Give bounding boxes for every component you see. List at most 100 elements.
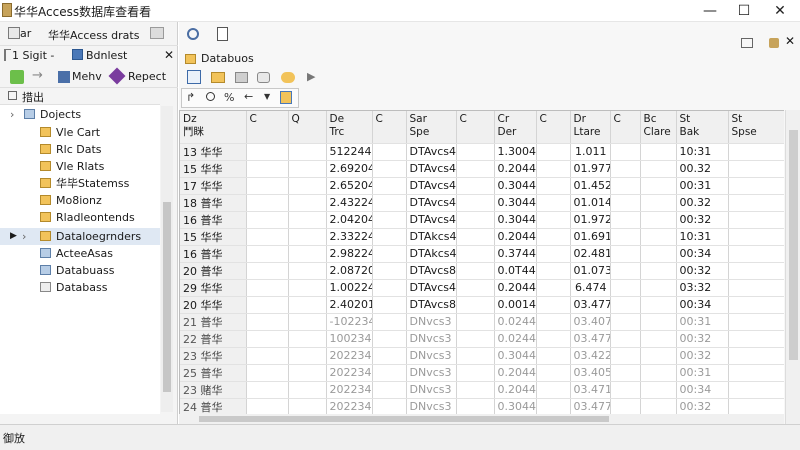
cr-cell[interactable]: 0.3044 — [494, 194, 537, 212]
search-icon[interactable] — [187, 28, 199, 40]
st-bak-cell[interactable]: 10:31 — [676, 228, 729, 246]
open-folder-icon[interactable] — [211, 72, 225, 83]
empty-cell[interactable] — [610, 245, 641, 263]
column-header[interactable]: C — [536, 111, 571, 144]
de-cell[interactable]: 202234 — [326, 347, 373, 365]
tree-item[interactable]: ActeeAsas — [0, 245, 160, 262]
de-cell[interactable]: 100234 — [326, 330, 373, 348]
pin-icon[interactable] — [769, 38, 779, 48]
tree-item[interactable]: Databuass — [0, 262, 160, 279]
dr-cell[interactable]: 03.422 — [570, 347, 611, 365]
empty-cell[interactable] — [372, 143, 407, 161]
empty-cell[interactable] — [610, 330, 641, 348]
sar-cell[interactable]: DNvcs3 — [406, 313, 457, 331]
tree-item[interactable]: Databass — [0, 279, 160, 296]
empty-cell[interactable] — [728, 398, 784, 416]
empty-cell[interactable] — [372, 347, 407, 365]
empty-cell[interactable] — [640, 398, 677, 416]
table-row[interactable]: 22 普华 100234 DNvcs3 0.0244 03.477 00:32 — [180, 330, 784, 348]
dr-cell[interactable]: 02.481 — [570, 245, 611, 263]
table-row[interactable]: 23 华华 202234 DNvcs3 0.3044 03.422 00:32 — [180, 347, 784, 365]
empty-cell[interactable] — [640, 143, 677, 161]
column-header[interactable]: St Bak — [676, 111, 729, 144]
empty-cell[interactable] — [640, 347, 677, 365]
tree-item[interactable]: Vle Cart — [0, 124, 160, 141]
row-number-cell[interactable]: 17 华华 — [180, 177, 247, 195]
sar-cell[interactable]: DTAkcs4 — [406, 245, 457, 263]
row-number-cell[interactable]: 20 华华 — [180, 296, 247, 314]
st-bak-cell[interactable]: 00:32 — [676, 347, 729, 365]
tree-item[interactable]: Vle Rlats — [0, 158, 160, 175]
empty-cell[interactable] — [640, 313, 677, 331]
de-cell[interactable]: 2.332244 — [326, 228, 373, 246]
name-cell[interactable] — [246, 313, 289, 331]
empty-cell[interactable] — [288, 194, 327, 212]
empty-cell[interactable] — [288, 398, 327, 416]
empty-cell[interactable] — [728, 347, 784, 365]
empty-cell[interactable] — [372, 160, 407, 178]
copy-icon[interactable] — [280, 91, 292, 104]
empty-cell[interactable] — [728, 364, 784, 382]
empty-cell[interactable] — [372, 381, 407, 399]
empty-cell[interactable] — [372, 313, 407, 331]
table-row[interactable]: 17 华华 2.652044 DTAvcs4 0.3044 01.452 00:31 — [180, 177, 784, 195]
empty-cell[interactable] — [536, 262, 571, 280]
more-arrow-icon[interactable]: ▶ — [307, 70, 315, 83]
de-cell[interactable]: 2.432242 — [326, 194, 373, 212]
empty-cell[interactable] — [610, 262, 641, 280]
st-bak-cell[interactable]: 00:32 — [676, 330, 729, 348]
row-number-cell[interactable]: 16 普华 — [180, 245, 247, 263]
empty-cell[interactable] — [640, 211, 677, 229]
column-header[interactable]: St Spse — [728, 111, 784, 144]
empty-cell[interactable] — [372, 279, 407, 297]
column-header[interactable]: C — [372, 111, 407, 144]
empty-cell[interactable] — [288, 313, 327, 331]
tree-item[interactable]: Rlc Dats — [0, 141, 160, 158]
column-header[interactable]: Bc Clare — [640, 111, 677, 144]
empty-cell[interactable] — [610, 160, 641, 178]
name-cell[interactable] — [246, 177, 289, 195]
tree-item[interactable]: Mo8ionz — [0, 192, 160, 209]
cr-cell[interactable]: 0.2044 — [494, 228, 537, 246]
empty-cell[interactable] — [288, 364, 327, 382]
de-cell[interactable]: 2.0872044 — [326, 262, 373, 280]
empty-cell[interactable] — [610, 296, 641, 314]
dr-cell[interactable]: 1.011 — [570, 143, 611, 161]
empty-cell[interactable] — [640, 245, 677, 263]
empty-cell[interactable] — [610, 364, 641, 382]
de-cell[interactable]: 2.692044 — [326, 160, 373, 178]
tree-item[interactable]: 华毕Statemss — [0, 175, 160, 192]
empty-cell[interactable] — [640, 228, 677, 246]
empty-cell[interactable] — [640, 330, 677, 348]
empty-cell[interactable] — [456, 381, 495, 399]
st-bak-cell[interactable]: 03:32 — [676, 279, 729, 297]
name-cell[interactable] — [246, 143, 289, 161]
st-bak-cell[interactable]: 00:34 — [676, 296, 729, 314]
de-cell[interactable]: 512244 — [326, 143, 373, 161]
st-bak-cell[interactable]: 00:31 — [676, 364, 729, 382]
column-header[interactable]: Cr Der — [494, 111, 537, 144]
dr-cell[interactable]: 03.407 — [570, 313, 611, 331]
de-cell[interactable]: 202234 — [326, 364, 373, 382]
row-number-cell[interactable]: 23 华华 — [180, 347, 247, 365]
empty-cell[interactable] — [610, 211, 641, 229]
empty-cell[interactable] — [456, 279, 495, 297]
row-number-cell[interactable]: 22 普华 — [180, 330, 247, 348]
tab-sigit[interactable]: 1 Sigit - — [12, 49, 54, 62]
sar-cell[interactable]: DNvcs3 — [406, 398, 457, 416]
row-number-cell[interactable]: 23 赌华 — [180, 381, 247, 399]
grid-hscroll-thumb[interactable] — [199, 416, 609, 422]
sar-cell[interactable]: DTAvcs4 — [406, 160, 457, 178]
table-row[interactable]: 18 普华 2.432242 DTAvcs4 0.3044 01.014 00.32 — [180, 194, 784, 212]
empty-cell[interactable] — [536, 313, 571, 331]
cr-cell[interactable]: 0.3744 — [494, 245, 537, 263]
empty-cell[interactable] — [728, 381, 784, 399]
cr-cell[interactable]: 0.3044 — [494, 398, 537, 416]
empty-cell[interactable] — [372, 398, 407, 416]
empty-cell[interactable] — [536, 296, 571, 314]
arrow-right-icon[interactable]: → — [32, 68, 43, 83]
de-cell[interactable]: 2.982244 — [326, 245, 373, 263]
table-row[interactable]: 23 赌华 202234 DNvcs3 0.2044 03.471 00:34 — [180, 381, 784, 399]
empty-cell[interactable] — [536, 381, 571, 399]
column-header[interactable]: Dr Ltare — [570, 111, 611, 144]
